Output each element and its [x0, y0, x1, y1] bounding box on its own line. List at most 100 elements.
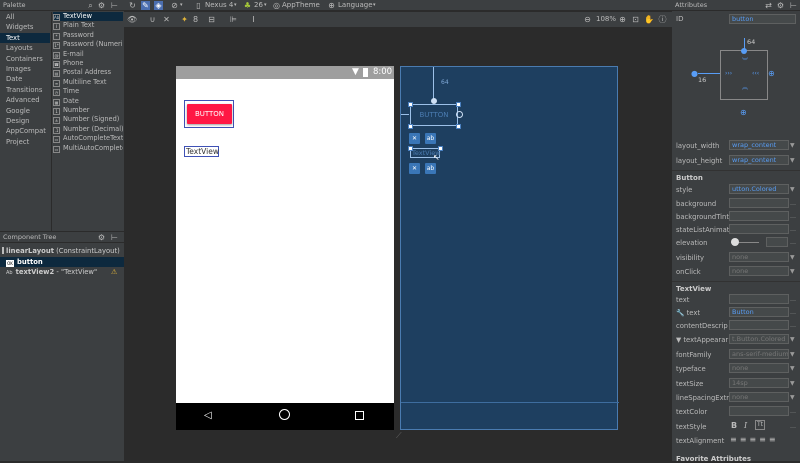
tv-handle-tr[interactable]: [438, 146, 443, 151]
text-alignment-icons[interactable]: ≡≡≡≡≡: [730, 435, 779, 444]
preview-button[interactable]: BUTTON: [187, 104, 232, 124]
design-surface-icon[interactable]: ✎: [141, 1, 150, 10]
fontfamily-dropdown-icon[interactable]: ▼: [790, 351, 799, 358]
textsize-field[interactable]: 14sp: [729, 378, 789, 388]
onclick-dropdown-icon[interactable]: ▼: [790, 268, 799, 275]
bold-toggle-icon[interactable]: B: [731, 421, 737, 430]
palette-item[interactable]: ▦ Date: [53, 97, 123, 106]
nav-back-icon[interactable]: ◁: [204, 410, 212, 421]
palette-item[interactable]: .1 Number (Decimal): [53, 125, 123, 134]
linespacing-field[interactable]: none: [729, 392, 789, 402]
palette-category-date[interactable]: Date: [0, 74, 50, 84]
textsize-dropdown-icon[interactable]: ▼: [790, 380, 799, 387]
zoom-out-icon[interactable]: ⊖: [583, 15, 592, 24]
palette-category-layouts[interactable]: Layouts: [0, 43, 50, 53]
attr-settings-icon[interactable]: ⚙: [776, 1, 785, 10]
api-level-selector[interactable]: 26: [254, 0, 263, 11]
visibility-dropdown-icon[interactable]: ▼: [790, 254, 799, 261]
inspector-right-add-icon[interactable]: ⊕: [768, 69, 775, 78]
text-field[interactable]: [729, 294, 789, 304]
elevation-field[interactable]: [766, 237, 788, 247]
style-field[interactable]: utton.Colored: [729, 184, 789, 194]
autoconnect-icon[interactable]: ∪: [148, 15, 157, 24]
infer-constraints-icon[interactable]: ✦: [180, 15, 189, 24]
text-more-icon[interactable]: …: [790, 296, 799, 303]
palette-settings-icon[interactable]: ⚙: [97, 1, 106, 10]
align-icon[interactable]: ⊫: [229, 15, 238, 24]
palette-item[interactable]: 1 Number: [53, 106, 123, 115]
inspector-top-wrap-icon[interactable]: ︾: [742, 56, 748, 65]
contentdescription-more-icon[interactable]: …: [790, 322, 799, 329]
tree-row-button[interactable]: OK button: [0, 257, 124, 267]
inspector-left-wrap-icon[interactable]: ›››: [725, 70, 732, 77]
blueprint-button[interactable]: BUTTON: [410, 104, 458, 126]
inspector-bottom-wrap-icon[interactable]: ︽: [742, 82, 748, 91]
palette-category-appcompat[interactable]: AppCompat: [0, 126, 50, 136]
palette-search-icon[interactable]: ⌕: [86, 1, 95, 10]
style-dropdown-icon[interactable]: ▼: [790, 186, 799, 193]
statelistanimator-field[interactable]: [729, 224, 789, 234]
palette-category-project[interactable]: Project: [0, 137, 50, 147]
palette-hide-icon[interactable]: ⊢: [110, 1, 119, 10]
background-more-icon[interactable]: …: [790, 200, 799, 207]
palette-item[interactable]: ▤ Postal Address: [53, 68, 123, 78]
palette-item[interactable]: 1* Password (Numeric): [53, 40, 123, 50]
attr-hide-icon[interactable]: ⊢: [789, 1, 798, 10]
textappearance-label[interactable]: ▼ textAppearar: [676, 336, 730, 344]
layout-width-field[interactable]: wrap_content: [729, 140, 789, 150]
layout-height-dropdown-icon[interactable]: ▼: [790, 157, 799, 164]
onclick-field[interactable]: none: [729, 266, 789, 276]
palette-item[interactable]: I Plain Text: [53, 21, 123, 31]
layout-height-field[interactable]: wrap_content: [729, 155, 789, 165]
zoom-fit-icon[interactable]: ⊡: [631, 15, 640, 24]
canvas-resize-handle[interactable]: ⟋: [396, 431, 402, 441]
inspector-bottom-add-icon[interactable]: ⊕: [740, 108, 747, 117]
resize-handle-bl[interactable]: [408, 124, 413, 129]
background-field[interactable]: [729, 198, 789, 208]
visibility-field[interactable]: none: [729, 252, 789, 262]
tools-text-more-icon[interactable]: …: [790, 309, 799, 316]
palette-category-transitions[interactable]: Transitions: [0, 85, 50, 95]
clear-constraints-icon[interactable]: ✕: [162, 15, 171, 24]
language-selector[interactable]: Language: [338, 0, 373, 11]
nav-recents-icon[interactable]: [355, 411, 364, 420]
inspector-left-margin[interactable]: 16: [698, 76, 706, 84]
resize-handle-tr[interactable]: [456, 102, 461, 107]
tree-row-textview[interactable]: Ab textView2 - "TextView": [6, 267, 124, 277]
theme-selector[interactable]: AppTheme: [282, 0, 320, 11]
baseline-chip-icon[interactable]: ab: [425, 133, 436, 144]
italic-toggle-icon[interactable]: I: [744, 421, 747, 430]
tree-row-root[interactable]: linearLayout (ConstraintLayout): [2, 247, 120, 255]
textappearance-field[interactable]: t.Button.Colored: [729, 334, 789, 344]
palette-item[interactable]: ◷ Time: [53, 87, 123, 97]
textappearance-dropdown-icon[interactable]: ▼: [790, 336, 799, 343]
layout-width-dropdown-icon[interactable]: ▼: [790, 142, 799, 149]
warning-icon[interactable]: ⚠: [111, 268, 117, 276]
palette-category-widgets[interactable]: Widgets: [0, 22, 50, 32]
guidelines-icon[interactable]: Ι: [249, 15, 258, 24]
backgroundtint-more-icon[interactable]: …: [790, 213, 799, 220]
top-anchor[interactable]: [431, 98, 437, 104]
attr-toggle-icon[interactable]: ⇄: [764, 1, 773, 10]
refresh-icon[interactable]: ↻: [128, 1, 137, 10]
palette-item[interactable]: ≡ Multiline Text: [53, 78, 123, 87]
resize-handle-br[interactable]: [456, 124, 461, 129]
tree-settings-icon[interactable]: ⚙: [97, 233, 106, 242]
palette-category-google[interactable]: Google: [0, 106, 50, 116]
device-selector[interactable]: Nexus 4: [205, 0, 233, 11]
orientation-icon[interactable]: ⊘: [170, 1, 179, 10]
palette-item[interactable]: ☎ Phone: [53, 59, 123, 68]
contentdescription-field[interactable]: [729, 320, 789, 330]
textstyle-more-icon[interactable]: …: [790, 423, 799, 430]
fontfamily-field[interactable]: ans-serif-medium: [729, 349, 789, 359]
textcolor-more-icon[interactable]: …: [790, 408, 799, 415]
backgroundtint-field[interactable]: [729, 211, 789, 221]
elevation-more-icon[interactable]: …: [790, 239, 799, 246]
palette-item[interactable]: ▭MultiAutoCompleteTextView: [53, 144, 123, 153]
palette-category-advanced[interactable]: Advanced: [0, 95, 50, 105]
tv-handle-tl[interactable]: [408, 146, 413, 151]
pan-hand-icon[interactable]: ✋: [644, 15, 654, 24]
textcolor-field[interactable]: [729, 406, 789, 416]
palette-category-containers[interactable]: Containers: [0, 54, 50, 64]
tree-hide-icon[interactable]: ⊢: [110, 233, 119, 242]
